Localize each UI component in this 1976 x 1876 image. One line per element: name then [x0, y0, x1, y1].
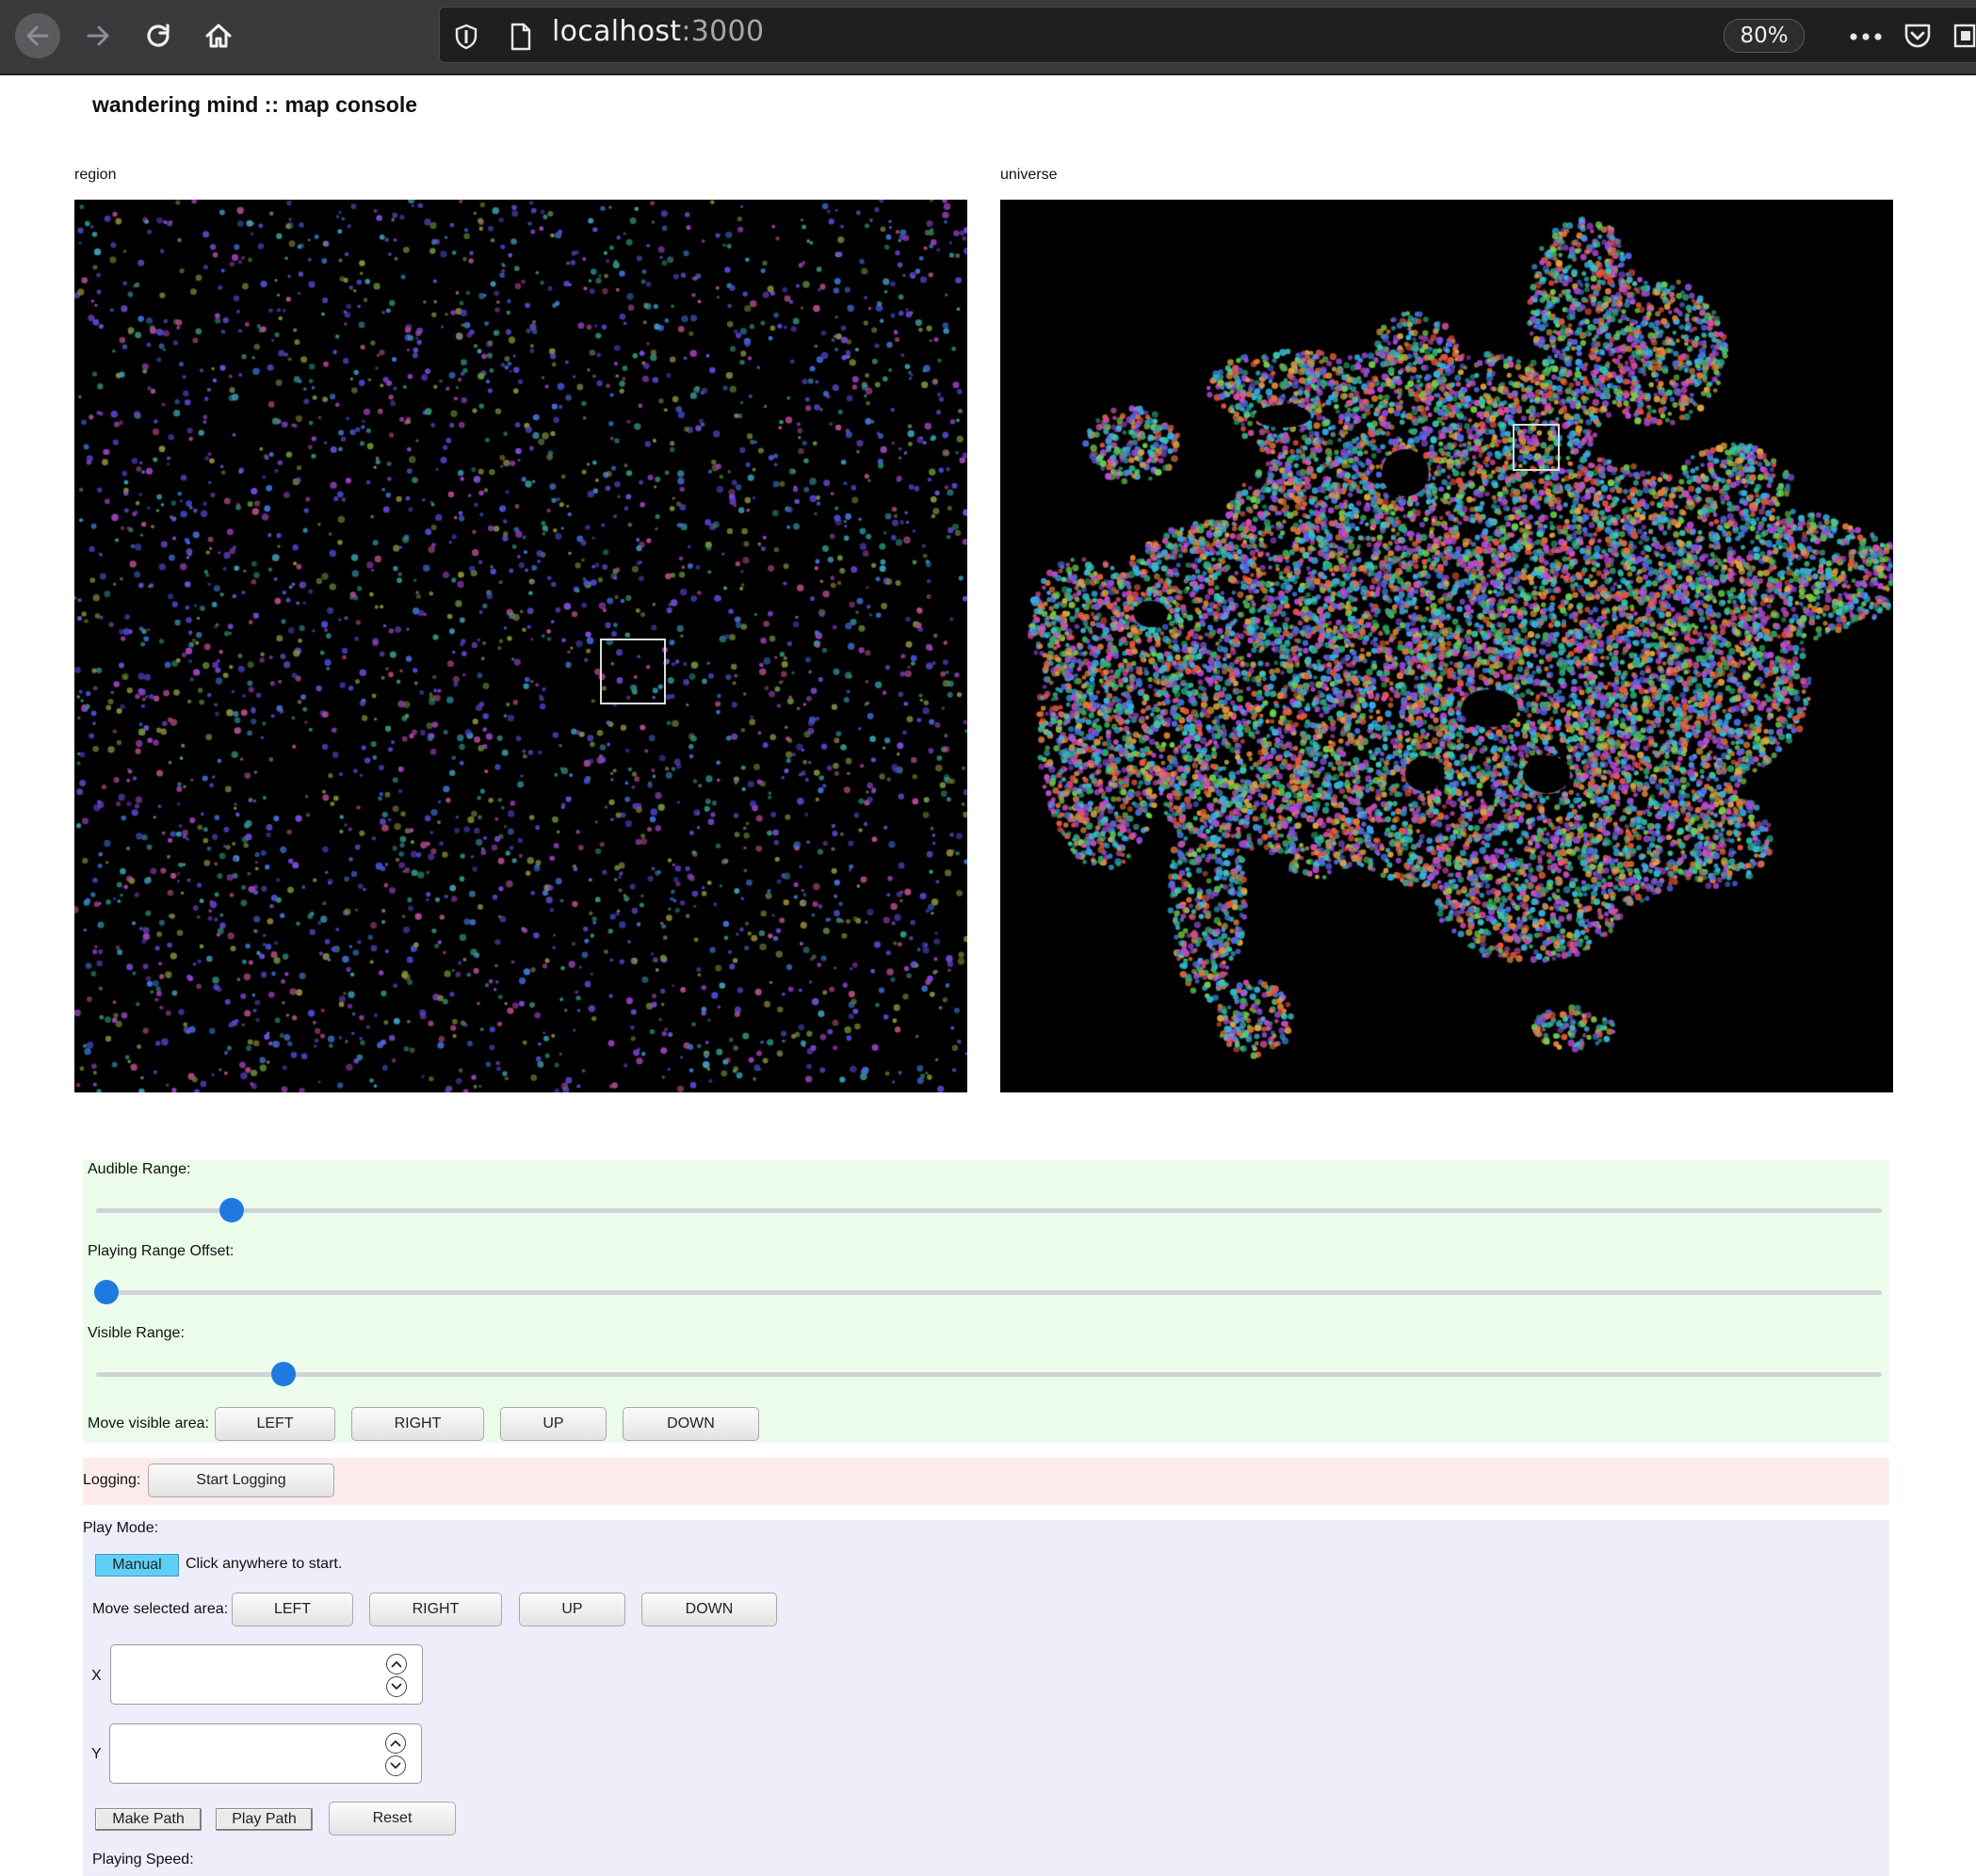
- start-logging-button[interactable]: Start Logging: [148, 1464, 334, 1497]
- playing-offset-slider[interactable]: [94, 1280, 1882, 1304]
- universe-visible-box[interactable]: [1513, 424, 1560, 471]
- back-icon: [26, 25, 49, 46]
- visible-range-thumb[interactable]: [271, 1362, 297, 1386]
- make-path-button[interactable]: Make Path: [95, 1808, 202, 1831]
- more-icon[interactable]: [1846, 21, 1886, 53]
- spin-down-icon: [390, 1762, 401, 1770]
- manual-mode-button[interactable]: Manual: [95, 1554, 179, 1577]
- y-number-input[interactable]: [109, 1723, 422, 1784]
- reload-button[interactable]: [138, 15, 179, 57]
- move-visible-label: Move visible area:: [88, 1415, 209, 1431]
- visible-down-button[interactable]: DOWN: [623, 1407, 759, 1441]
- x-number-input[interactable]: [110, 1644, 423, 1705]
- x-spin-up-button[interactable]: [386, 1654, 407, 1674]
- visible-range-slider[interactable]: [96, 1362, 1882, 1386]
- spin-up-icon: [390, 1739, 401, 1747]
- region-scatter[interactable]: [74, 200, 967, 1092]
- pocket-icon[interactable]: [1899, 19, 1936, 53]
- home-icon: [205, 24, 232, 48]
- region-map[interactable]: [74, 200, 967, 1092]
- url-text[interactable]: localhost:3000: [552, 15, 764, 48]
- forward-button[interactable]: [77, 15, 119, 57]
- spin-down-icon: [391, 1683, 402, 1690]
- selected-up-button[interactable]: UP: [519, 1593, 625, 1626]
- playing-offset-label: Playing Range Offset:: [88, 1243, 235, 1259]
- y-label: Y: [91, 1746, 102, 1762]
- audible-range-thumb[interactable]: [219, 1198, 245, 1222]
- logging-label: Logging:: [83, 1472, 141, 1488]
- move-selected-label: Move selected area:: [92, 1601, 229, 1617]
- universe-map[interactable]: [1000, 200, 1893, 1092]
- selected-down-button[interactable]: DOWN: [641, 1593, 777, 1626]
- x-label: X: [91, 1668, 102, 1684]
- visible-up-button[interactable]: UP: [500, 1407, 607, 1441]
- forward-icon: [87, 25, 109, 46]
- y-spin-down-button[interactable]: [385, 1755, 406, 1776]
- visible-right-button[interactable]: RIGHT: [351, 1407, 484, 1441]
- visible-range-label: Visible Range:: [88, 1325, 185, 1341]
- reset-button[interactable]: Reset: [329, 1802, 456, 1836]
- back-button[interactable]: [15, 13, 60, 58]
- reload-icon: [147, 24, 170, 47]
- x-spin-down-button[interactable]: [386, 1676, 407, 1697]
- shield-icon[interactable]: [450, 21, 482, 53]
- spin-up-icon: [391, 1660, 402, 1668]
- home-button[interactable]: [198, 15, 239, 57]
- page-title: wandering mind :: map console: [92, 92, 418, 117]
- audible-range-label: Audible Range:: [88, 1161, 191, 1177]
- zoom-level[interactable]: 80%: [1724, 19, 1805, 53]
- region-label: region: [74, 167, 117, 183]
- visible-left-button[interactable]: LEFT: [215, 1407, 335, 1441]
- play-path-button[interactable]: Play Path: [216, 1808, 313, 1831]
- play-hint: Click anywhere to start.: [186, 1556, 343, 1572]
- selected-right-button[interactable]: RIGHT: [369, 1593, 502, 1626]
- audio-controls-section: [83, 1160, 1889, 1443]
- universe-scatter[interactable]: [1000, 200, 1893, 1092]
- play-mode-label: Play Mode:: [83, 1520, 159, 1536]
- logging-section: [83, 1458, 1889, 1505]
- browser-toolbar: localhost:3000 80%: [0, 0, 1976, 75]
- y-spin-up-button[interactable]: [385, 1733, 406, 1754]
- selected-left-button[interactable]: LEFT: [232, 1593, 353, 1626]
- region-selection-box[interactable]: [600, 639, 666, 704]
- extension-icon[interactable]: [1950, 19, 1976, 53]
- page-icon: [505, 21, 537, 53]
- playing-speed-label: Playing Speed:: [92, 1852, 194, 1868]
- audible-range-slider[interactable]: [96, 1198, 1882, 1222]
- universe-label: universe: [1000, 167, 1058, 183]
